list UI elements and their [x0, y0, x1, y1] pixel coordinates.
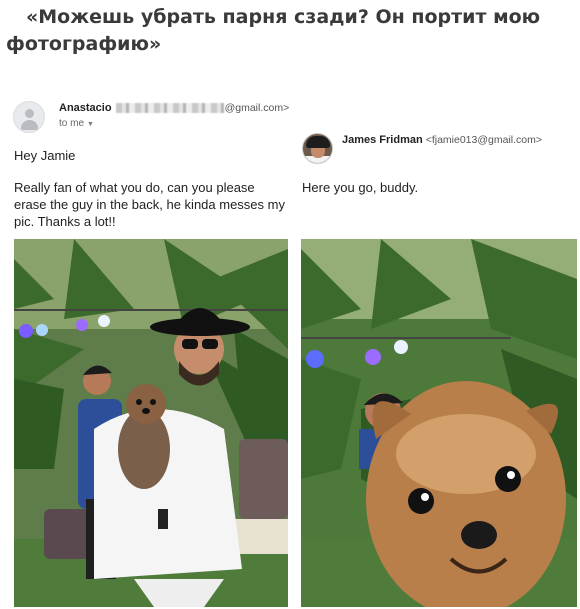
- left-sender-row: Anastacio @gmail.com>: [59, 102, 289, 114]
- left-greeting: Hey Jamie: [14, 148, 76, 163]
- headline-line-2: фотографию»: [6, 33, 162, 55]
- right-sender-email: <fjamie013@gmail.com>: [425, 134, 542, 146]
- right-sender-row: James Fridman <fjamie013@gmail.com>: [342, 134, 542, 146]
- recipient-label: to me: [59, 118, 85, 129]
- recipient-row[interactable]: to me ▼: [59, 118, 94, 129]
- left-sender-name: Anastacio: [59, 102, 112, 114]
- james-avatar: [302, 133, 333, 164]
- redacted-email: [115, 103, 224, 114]
- right-reply: Here you go, buddy.: [302, 180, 419, 195]
- headline: «Можешь убрать парня сзади? Он портит мо…: [6, 4, 566, 58]
- headline-line-1: «Можешь убрать парня сзади? Он портит мо…: [26, 6, 541, 28]
- left-sender-email-suffix: @gmail.com>: [224, 102, 290, 114]
- right-sender-name: James Fridman: [342, 134, 423, 146]
- chevron-down-icon[interactable]: ▼: [87, 121, 94, 128]
- edited-photo: [301, 239, 577, 607]
- left-message: Really fan of what you do, can you pleas…: [14, 180, 285, 229]
- original-photo: [14, 239, 288, 607]
- sender-avatar-icon: [13, 101, 45, 133]
